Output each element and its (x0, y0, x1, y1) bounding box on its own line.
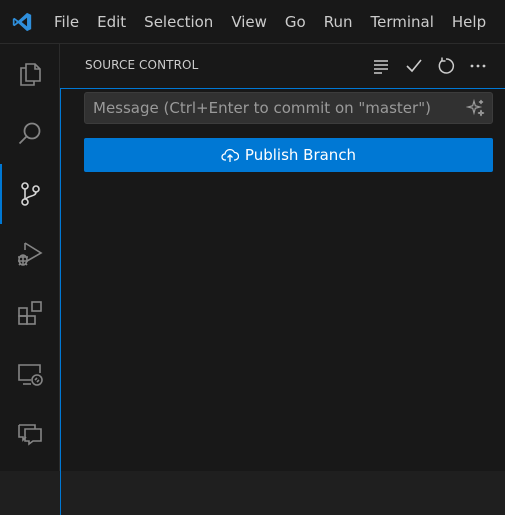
menu-run[interactable]: Run (315, 0, 362, 44)
sidebar-header: SOURCE CONTROL (60, 44, 505, 88)
menu-file[interactable]: File (44, 0, 88, 44)
remote-explorer-icon (18, 364, 43, 386)
commit-button[interactable] (402, 54, 426, 78)
activity-search[interactable] (0, 104, 60, 164)
activity-explorer[interactable] (0, 44, 60, 104)
extensions-icon (18, 301, 42, 325)
activity-run-debug[interactable] (0, 224, 60, 284)
menu-go[interactable]: Go (276, 0, 315, 44)
run-debug-icon (18, 242, 43, 266)
source-control-sidebar: SOURCE CONTROL Message (Ctrl+Enter to co… (60, 44, 505, 515)
menu-terminal[interactable]: Terminal (362, 0, 443, 44)
chat-icon (18, 424, 42, 446)
refresh-icon (438, 57, 455, 74)
vscode-logo-icon (0, 0, 44, 44)
menu-edit[interactable]: Edit (88, 0, 135, 44)
activity-source-control[interactable] (0, 164, 60, 224)
view-as-tree-icon (374, 60, 388, 74)
menu-bar: File Edit Selection View Go Run Terminal… (0, 0, 505, 44)
source-control-icon (21, 182, 40, 206)
publish-branch-button[interactable]: Publish Branch (84, 138, 493, 172)
activity-remote-explorer[interactable] (0, 344, 60, 404)
files-icon (20, 63, 41, 86)
menu-view[interactable]: View (222, 0, 276, 44)
menu-help[interactable]: Help (443, 0, 495, 44)
sidebar-title: SOURCE CONTROL (85, 58, 199, 72)
menu-selection[interactable]: Selection (135, 0, 222, 44)
activity-chat[interactable] (0, 404, 60, 464)
search-icon (18, 122, 41, 145)
cloud-upload-icon (221, 148, 239, 162)
more-actions-button[interactable] (466, 54, 490, 78)
view-as-tree-button[interactable] (369, 54, 393, 78)
more-actions-icon (470, 64, 486, 68)
commit-message-box (84, 92, 493, 124)
refresh-button[interactable] (434, 54, 458, 78)
sparkle-icon[interactable] (466, 98, 486, 118)
activity-extensions[interactable] (0, 284, 60, 344)
activity-bar (0, 44, 60, 471)
commit-check-icon (406, 59, 422, 73)
commit-message-input[interactable] (85, 93, 463, 123)
publish-branch-label: Publish Branch (244, 146, 357, 164)
